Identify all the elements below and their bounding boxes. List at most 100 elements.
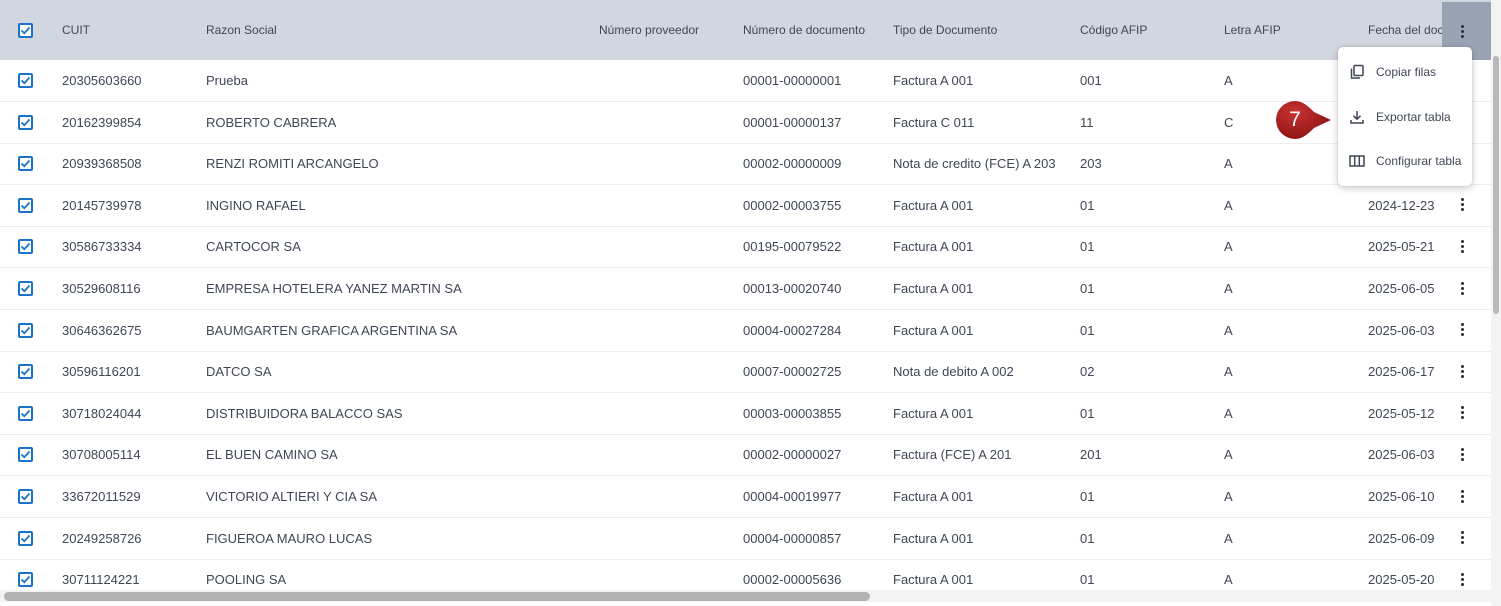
row-checkbox[interactable] xyxy=(18,156,33,172)
cell-codigo-afip: 02 xyxy=(1080,364,1095,380)
cell-tipo-documento: Factura A 001 xyxy=(893,405,974,421)
cell-numero-documento: 00001-00000137 xyxy=(743,114,842,130)
cell-fecha: 2025-06-03 xyxy=(1368,322,1435,338)
cell-codigo-afip: 01 xyxy=(1080,281,1095,296)
row-checkbox[interactable] xyxy=(18,281,33,296)
cell-letra-afip: A xyxy=(1224,405,1233,421)
menu-item-configurar-tabla[interactable]: Configurar tabla xyxy=(1338,139,1472,183)
column-header-numero-proveedor[interactable]: Número proveedor xyxy=(599,0,699,60)
table-row[interactable]: 30646362675 BAUMGARTEN GRAFICA ARGENTINA … xyxy=(0,310,1491,352)
menu-item-label: Configurar tabla xyxy=(1376,154,1462,168)
table-row[interactable]: 20249258726 FIGUEROA MAURO LUCAS 00004-000… xyxy=(0,518,1491,560)
cell-fecha: 2024-12-23 xyxy=(1368,197,1435,213)
cell-codigo-afip: 01 xyxy=(1080,489,1095,504)
row-more-vert-icon[interactable] xyxy=(1450,484,1474,508)
table-row[interactable]: 30596116201 DATCO SA 00007-00002725 Nota de… xyxy=(0,351,1491,394)
check-icon xyxy=(20,26,31,35)
row-more-vert-icon[interactable] xyxy=(1450,234,1474,258)
cell-razon-social: EL BUEN CAMINO SA xyxy=(206,447,338,463)
table-row[interactable]: 20145739978 INGINO RAFAEL 00002-00003755 Fa… xyxy=(0,185,1491,227)
cell-letra-afip: C xyxy=(1224,114,1234,130)
horizontal-scroll-thumb[interactable] xyxy=(4,592,870,601)
cell-letra-afip: A xyxy=(1224,197,1233,213)
cell-razon-social: DISTRIBUIDORA BALACCO SAS xyxy=(206,405,403,421)
column-header-tipo-documento[interactable]: Tipo de Documento xyxy=(893,0,997,60)
row-more-vert-icon[interactable] xyxy=(1450,193,1474,217)
cell-tipo-documento: Factura A 001 xyxy=(893,281,974,296)
cell-cuit: 20939368508 xyxy=(62,156,142,172)
cell-razon-social: FIGUEROA MAURO LUCAS xyxy=(206,530,373,546)
cell-tipo-documento: Factura A 001 xyxy=(893,322,974,338)
row-checkbox[interactable] xyxy=(18,489,33,504)
cell-letra-afip: A xyxy=(1224,447,1233,463)
table-row[interactable]: 30529608116 EMPRESA HOTELERA YANEZ MARTIN… xyxy=(0,268,1491,310)
row-more-vert-icon[interactable] xyxy=(1450,318,1474,342)
cell-fecha: 2025-06-05 xyxy=(1368,281,1435,296)
cell-razon-social: BAUMGARTEN GRAFICA ARGENTINA SA xyxy=(206,322,458,338)
table-row[interactable]: 30718024044 DISTRIBUIDORA BALACCO SAS 0000… xyxy=(0,393,1491,435)
cell-razon-social: Prueba xyxy=(206,73,248,88)
cell-fecha: 2025-06-09 xyxy=(1368,530,1435,546)
table-row[interactable]: 30586733334 CARTOCOR SA 00195-00079522 Fact… xyxy=(0,226,1491,269)
row-more-vert-icon[interactable] xyxy=(1450,442,1474,466)
cell-letra-afip: A xyxy=(1224,489,1233,504)
column-header-codigo-afip[interactable]: Código AFIP xyxy=(1080,0,1147,60)
row-checkbox[interactable] xyxy=(18,530,33,546)
cell-tipo-documento: Factura A 001 xyxy=(893,239,974,255)
cell-fecha: 2025-06-10 xyxy=(1368,489,1435,504)
menu-item-copiar-filas[interactable]: Copiar filas xyxy=(1338,50,1472,94)
row-checkbox[interactable] xyxy=(18,73,33,88)
copy-icon xyxy=(1350,64,1364,79)
cell-razon-social: DATCO SA xyxy=(206,364,272,380)
column-header-letra-afip[interactable]: Letra AFIP xyxy=(1224,0,1281,60)
cell-letra-afip: A xyxy=(1224,239,1233,255)
column-header-cuit[interactable]: CUIT xyxy=(62,0,90,60)
check-icon xyxy=(20,201,31,210)
table-row[interactable]: 30708005114 EL BUEN CAMINO SA 00002-000000… xyxy=(0,434,1491,477)
menu-item-label: Copiar filas xyxy=(1376,65,1437,79)
row-checkbox[interactable] xyxy=(18,447,33,463)
row-checkbox[interactable] xyxy=(18,114,33,130)
column-header-razon-social[interactable]: Razon Social xyxy=(206,0,277,60)
cell-cuit: 20145739978 xyxy=(62,197,142,213)
row-more-vert-icon[interactable] xyxy=(1450,526,1474,550)
table-row[interactable]: 20305603660 Prueba 00001-00000001 Factura A… xyxy=(0,60,1491,102)
cell-cuit: 30596116201 xyxy=(62,364,141,380)
cell-numero-documento: 00004-00027284 xyxy=(743,322,842,338)
check-icon xyxy=(20,368,31,376)
row-checkbox[interactable] xyxy=(18,572,33,588)
more-vert-icon[interactable] xyxy=(1450,19,1474,43)
cell-numero-documento: 00002-00003755 xyxy=(743,197,842,213)
cell-razon-social: CARTOCOR SA xyxy=(206,239,301,255)
menu-item-exportar-tabla[interactable]: Exportar tabla xyxy=(1338,95,1472,139)
table-row[interactable]: 20162399854 ROBERTO CABRERA 00001-00000137… xyxy=(0,102,1491,144)
row-more-vert-icon[interactable] xyxy=(1450,359,1474,383)
cell-codigo-afip: 001 xyxy=(1080,73,1102,88)
row-more-vert-icon[interactable] xyxy=(1450,276,1474,300)
cell-fecha: 2025-06-17 xyxy=(1368,364,1435,380)
table-row[interactable]: 20939368508 RENZI ROMITI ARCANGELO 00002-0… xyxy=(0,143,1491,186)
cell-numero-documento: 00013-00020740 xyxy=(743,281,842,296)
vertical-scroll-thumb[interactable] xyxy=(1493,56,1499,314)
row-checkbox[interactable] xyxy=(18,322,33,338)
cell-letra-afip: A xyxy=(1224,530,1233,546)
download-icon xyxy=(1350,111,1364,124)
row-checkbox[interactable] xyxy=(18,364,33,380)
row-checkbox[interactable] xyxy=(18,197,33,213)
row-more-vert-icon[interactable] xyxy=(1450,567,1474,591)
cell-cuit: 20249258726 xyxy=(62,530,142,546)
cell-numero-documento: 00002-00000027 xyxy=(743,447,842,463)
row-more-vert-icon[interactable] xyxy=(1450,401,1474,425)
cell-fecha: 2025-06-03 xyxy=(1368,447,1435,463)
row-checkbox[interactable] xyxy=(18,239,33,255)
cell-numero-documento: 00003-00003855 xyxy=(743,405,842,421)
row-checkbox[interactable] xyxy=(18,405,33,421)
column-header-numero-documento[interactable]: Número de documento xyxy=(743,0,865,60)
select-all-checkbox[interactable] xyxy=(18,23,33,38)
table-row[interactable]: 33672011529 VICTORIO ALTIERI Y CIA SA 0000… xyxy=(0,476,1491,518)
columns-icon xyxy=(1349,155,1365,167)
cell-fecha: 2025-05-12 xyxy=(1368,405,1435,421)
cell-razon-social: EMPRESA HOTELERA YANEZ MARTIN SA xyxy=(206,281,462,296)
step-number: 7 xyxy=(1289,108,1301,131)
cell-cuit: 20162399854 xyxy=(62,114,142,130)
